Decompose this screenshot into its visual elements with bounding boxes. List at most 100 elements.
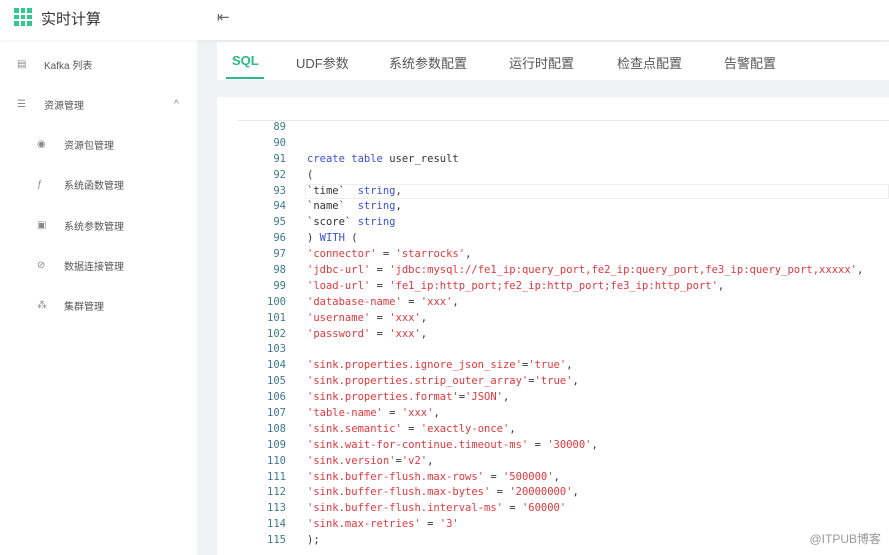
line-text: 'table-name' = 'xxx', (307, 406, 440, 422)
sidebar-item-resource-management[interactable]: ☰ 资源管理 ^ (0, 90, 197, 118)
code-line[interactable]: 95 `score` string (217, 215, 889, 231)
code-token: , (433, 407, 440, 420)
code-token: , (465, 248, 472, 261)
code-line[interactable]: 113 'sink.buffer-flush.interval-ms' = '60… (217, 501, 889, 517)
line-text: 'sink.buffer-flush.interval-ms' = '60000… (307, 501, 566, 517)
sidebar-item-kafka[interactable]: ▤ Kafka 列表 (0, 50, 197, 78)
code-line[interactable]: 89 (217, 120, 889, 136)
string-token: 'sink.wait-for-continue.timeout-ms' (307, 438, 529, 451)
code-line[interactable]: 99 'load-url' = 'fe1_ip:http_port;fe2_ip:… (217, 279, 889, 295)
line-number: 94 (273, 200, 286, 213)
line-number: 97 (273, 248, 286, 261)
code-line[interactable]: 90 (217, 136, 889, 152)
code-line[interactable]: 93 `time` string, (217, 183, 889, 200)
menu-fold-icon[interactable]: ⇤ (217, 8, 230, 26)
line-number: 93 (273, 184, 286, 197)
line-text: `name` string, (307, 199, 402, 215)
tab-sql[interactable]: SQL (232, 53, 259, 68)
sidebar-item-cluster[interactable]: ⁂ 集群管理 (0, 291, 197, 319)
line-number: 105 (267, 375, 286, 388)
code-token: = (370, 327, 390, 340)
sidebar-item-system-function[interactable]: ƒ 系统函数管理 (0, 170, 197, 198)
tab-runtime-config[interactable]: 运行时配置 (509, 53, 574, 72)
line-number: 89 (273, 121, 286, 133)
line-number: 111 (267, 470, 286, 483)
line-text: 'sink.version'='v2', (307, 454, 433, 470)
code-line[interactable]: 91 create table user_result (217, 152, 889, 168)
code-line[interactable]: 108 'sink.semantic' = 'exactly-once', (217, 422, 889, 438)
string-token: 'sink.buffer-flush.interval-ms' (307, 502, 503, 515)
string-token: 'sink.properties.ignore_json_size' (307, 359, 522, 372)
string-token: 'xxx' (389, 311, 421, 324)
string-token: 'xxx' (401, 407, 434, 420)
code-line[interactable]: 111 'sink.buffer-flush.max-rows' = '50000… (217, 470, 889, 486)
code-token: ( (344, 232, 358, 245)
sidebar-item-resource-package[interactable]: ◉ 资源包管理 (0, 130, 197, 158)
code-line[interactable]: 104 'sink.properties.ignore_json_size'='t… (217, 358, 889, 374)
tab-udf-params[interactable]: UDF参数 (296, 53, 349, 72)
string-token: 'sink.properties.format' (307, 391, 459, 404)
line-text: 'sink.buffer-flush.max-rows' = '500000', (307, 470, 560, 486)
code-token: , (591, 438, 598, 451)
tab-system-params[interactable]: 系统参数配置 (389, 53, 467, 72)
tab-checkpoint-config[interactable]: 检查点配置 (617, 53, 682, 72)
code-token: = (382, 407, 402, 420)
line-text: 'username' = 'xxx', (307, 311, 427, 327)
code-line[interactable]: 105 'sink.properties.strip_outer_array'='… (217, 374, 889, 390)
string-token: 'exactly-once' (420, 422, 510, 435)
sidebar: ▤ Kafka 列表 ☰ 资源管理 ^ ◉ 资源包管理 ƒ 系统函数管理 ▣ 系… (0, 40, 197, 555)
line-text: 'database-name' = 'xxx', (307, 295, 459, 311)
line-text: ( (307, 168, 313, 184)
code-line[interactable]: 112 'sink.buffer-flush.max-bytes' = '2000… (217, 485, 889, 501)
code-line[interactable]: 97 'connector' = 'starrocks', (217, 247, 889, 263)
keyword-token: create table (307, 152, 390, 165)
string-token: '20000000' (509, 486, 573, 499)
code-line[interactable]: 100 'database-name' = 'xxx', (217, 295, 889, 311)
code-line[interactable]: 110 'sink.version'='v2', (217, 454, 889, 470)
code-line[interactable]: 114 'sink.max-retries' = '3' (217, 517, 889, 533)
code-line[interactable]: 101 'username' = 'xxx', (217, 311, 889, 327)
string-token: 'sink.buffer-flush.max-rows' (307, 470, 485, 483)
code-token: , (566, 359, 573, 372)
active-tab-indicator (226, 77, 264, 79)
code-token: , (420, 311, 428, 324)
menu-icon: ☰ (17, 98, 26, 110)
line-number: 95 (273, 216, 286, 229)
line-number: 110 (267, 454, 286, 467)
code-line[interactable]: 115); (217, 533, 889, 549)
line-number: 108 (267, 422, 286, 435)
sidebar-item-system-params[interactable]: ▣ 系统参数管理 (0, 211, 197, 239)
string-token: 'connector' (307, 248, 377, 261)
code-line[interactable]: 98 'jdbc-url' = 'jdbc:mysql://fe1_ip:quer… (217, 263, 889, 279)
string-token: 'JSON' (465, 391, 503, 404)
line-number: 109 (267, 438, 286, 451)
code-line[interactable]: 109 'sink.wait-for-continue.timeout-ms' =… (217, 438, 889, 454)
code-line[interactable]: 92 ( (217, 168, 889, 184)
code-line[interactable]: 94 `name` string, (217, 199, 889, 215)
code-token: ( (307, 168, 314, 181)
cluster-icon: ⁂ (37, 299, 47, 311)
code-token: = (401, 295, 421, 308)
code-token: , (502, 391, 510, 404)
line-text: 'sink.wait-for-continue.timeout-ms' = '3… (307, 438, 598, 454)
tab-alert-config[interactable]: 告警配置 (724, 53, 776, 72)
code-line[interactable]: 102 'password' = 'xxx', (217, 327, 889, 343)
line-text: create table user_result (307, 152, 459, 168)
line-number: 96 (273, 232, 286, 245)
string-token: 'sink.buffer-flush.max-bytes' (307, 486, 491, 499)
string-token: 'jdbc:mysql://fe1_ip:query_port,fe2_ip:q… (389, 264, 857, 277)
string-token: 'xxx' (420, 295, 453, 308)
code-line[interactable]: 106 'sink.properties.format'='JSON', (217, 390, 889, 406)
code-token: = (370, 311, 390, 324)
code-token: `score` (307, 216, 358, 229)
sql-code-editor[interactable]: 89 90 91 create table user_result 92 (93 `time… (217, 120, 889, 549)
line-number: 114 (267, 518, 286, 531)
code-token: = (401, 422, 421, 435)
code-line[interactable]: 107 'table-name' = 'xxx', (217, 406, 889, 422)
code-line[interactable]: 103 (217, 342, 889, 358)
sidebar-item-data-connection[interactable]: ⊘ 数据连接管理 (0, 251, 197, 279)
line-text: 'sink.max-retries' = '3' (307, 517, 459, 533)
line-text: 'connector' = 'starrocks', (307, 247, 471, 263)
code-line[interactable]: 96) WITH ( (217, 231, 889, 247)
line-number: 100 (267, 295, 286, 308)
